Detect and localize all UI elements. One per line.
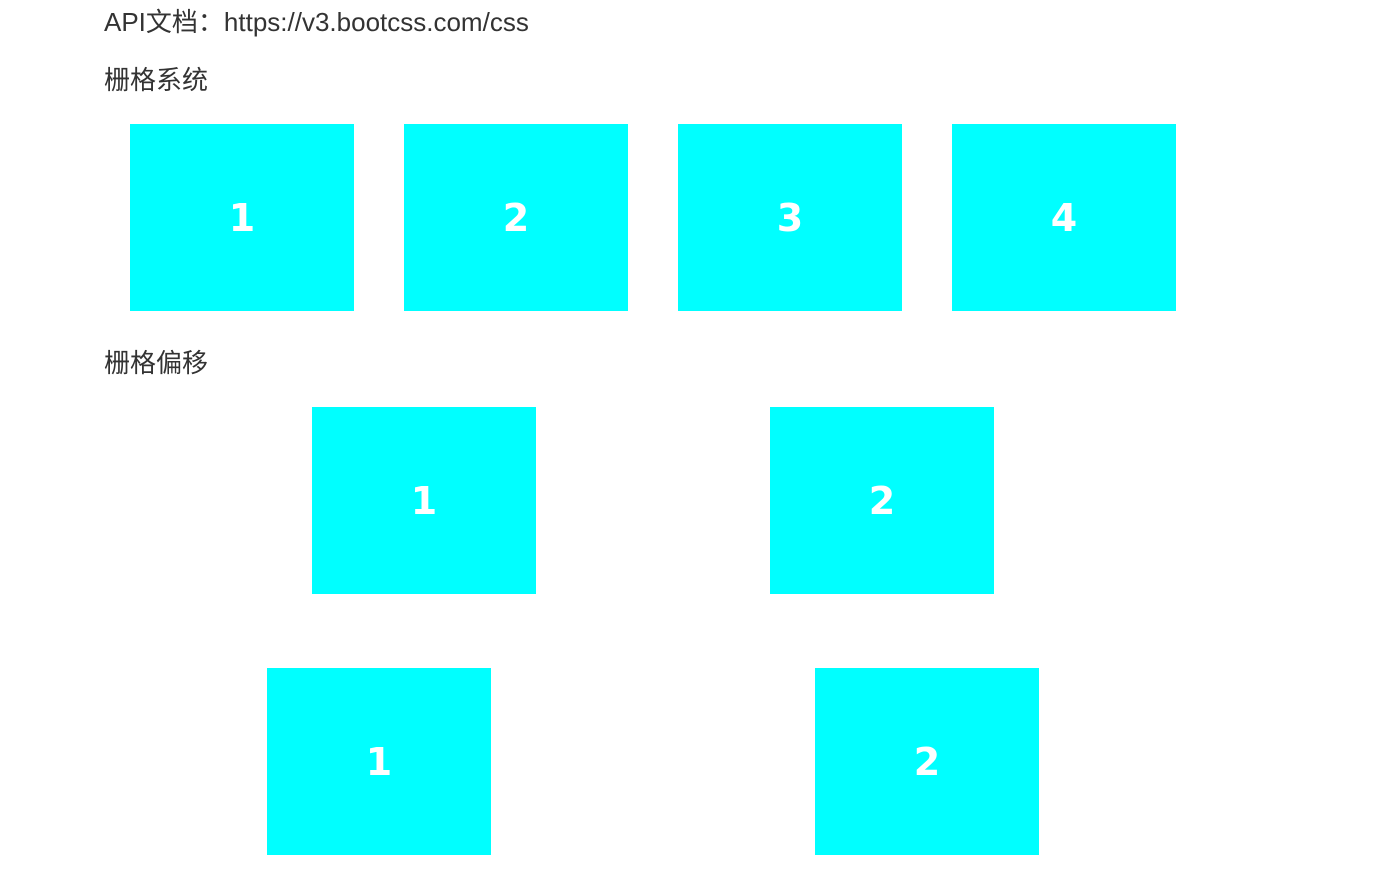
- api-doc-label: API文档：: [104, 7, 224, 37]
- grid-box-1: 1: [130, 124, 354, 311]
- grid-box-4: 4: [952, 124, 1176, 311]
- grid-box-3: 3: [678, 124, 902, 311]
- api-doc-url: https://v3.bootcss.com/css: [223, 7, 529, 37]
- offset-row2-box-2: 2: [815, 668, 1039, 855]
- grid-box-2: 2: [404, 124, 628, 311]
- offset-row1-box-1: 1: [312, 407, 536, 594]
- grid-offset-heading: 栅格偏移: [104, 348, 209, 378]
- offset-row1-box-2: 2: [770, 407, 994, 594]
- offset-row2-box-1: 1: [267, 668, 491, 855]
- api-doc-line: API文档：https://v3.bootcss.com/css: [104, 4, 529, 40]
- grid-system-heading: 栅格系统: [104, 65, 209, 95]
